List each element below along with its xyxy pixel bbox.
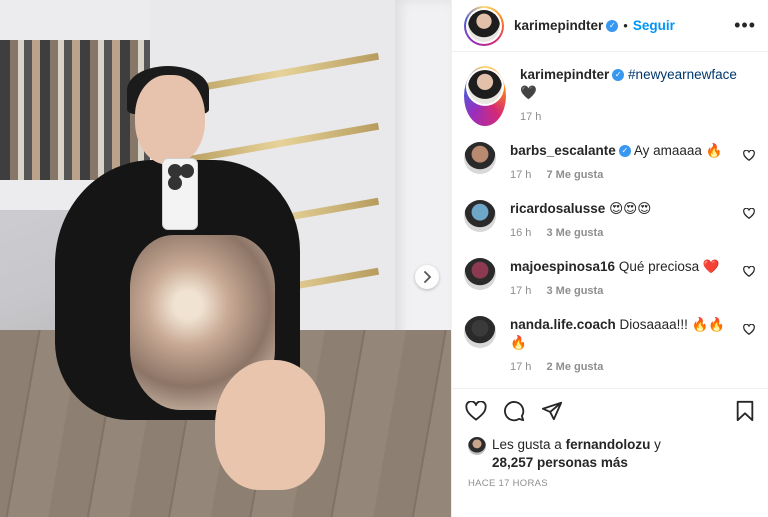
bookmark-icon xyxy=(736,400,754,421)
avatar[interactable] xyxy=(464,258,496,290)
caption-hashtag[interactable]: #newyearnewface xyxy=(628,67,737,82)
comment-time[interactable]: 17 h xyxy=(510,285,531,297)
heart-icon xyxy=(743,207,755,219)
avatar[interactable] xyxy=(464,316,496,348)
photo-gold-stripe xyxy=(180,52,380,95)
comment-username[interactable]: ricardosalusse xyxy=(510,201,605,216)
comment-like-button[interactable] xyxy=(743,149,755,164)
share-button[interactable] xyxy=(540,399,564,423)
comment-username[interactable]: nanda.life.coach xyxy=(510,317,616,332)
comment-like-button[interactable] xyxy=(743,265,755,280)
verified-badge-icon: ✓ xyxy=(606,19,619,32)
photo-leg xyxy=(215,360,325,490)
heart-icon xyxy=(743,265,755,277)
save-button[interactable] xyxy=(733,399,757,423)
heart-icon xyxy=(743,323,755,335)
comment-like-button[interactable] xyxy=(743,323,755,338)
comment-button[interactable] xyxy=(502,399,526,423)
caption-emoji: 🖤 xyxy=(520,85,537,100)
post-actions-bar xyxy=(452,388,768,432)
comment-like-button[interactable] xyxy=(743,207,755,222)
like-button[interactable] xyxy=(464,399,488,423)
avatar[interactable] xyxy=(464,200,496,232)
comment-time[interactable]: 16 h xyxy=(510,227,531,239)
comment-row: majoespinosa16 Qué preciosa ❤️ 17 h 3 Me… xyxy=(464,258,757,300)
verified-badge-icon: ✓ xyxy=(612,69,625,82)
comment-text: Ay amaaaa 🔥 xyxy=(633,143,723,158)
post-header: karimepindter ✓ • Seguir ••• xyxy=(452,0,768,52)
comment-time[interactable]: 17 h xyxy=(510,361,531,373)
photo-face xyxy=(135,75,205,165)
liker-avatar[interactable] xyxy=(468,437,486,455)
comment-likes[interactable]: 3 Me gusta xyxy=(546,285,603,297)
comment-text: 😍😍😍 xyxy=(609,201,652,216)
comment-text: Qué preciosa ❤️ xyxy=(618,259,720,274)
comment-likes[interactable]: 3 Me gusta xyxy=(546,227,603,239)
avatar xyxy=(468,9,500,42)
comment-icon xyxy=(504,400,525,421)
likes-prefix: Les gusta a xyxy=(492,437,562,452)
post-photo[interactable] xyxy=(0,0,451,517)
more-options-icon[interactable]: ••• xyxy=(734,15,756,36)
comment-row: ricardosalusse 😍😍😍 16 h 3 Me gusta xyxy=(464,200,757,242)
avatar[interactable] xyxy=(464,142,496,174)
header-username[interactable]: karimepindter xyxy=(514,18,603,33)
likes-summary: Les gusta a fernandolozu y 28,257 person… xyxy=(468,436,661,472)
next-photo-button[interactable] xyxy=(415,265,439,289)
share-icon xyxy=(541,401,563,420)
liker-username[interactable]: fernandolozu xyxy=(566,437,651,452)
photo-gold-stripe xyxy=(180,122,380,165)
post-side-panel: karimepindter ✓ • Seguir ••• karimepindt… xyxy=(451,0,768,517)
post-caption: karimepindter ✓ #newyearnewface 🖤 17 h xyxy=(464,66,757,126)
heart-icon xyxy=(465,400,487,421)
caption-avatar-ring[interactable] xyxy=(464,66,506,126)
comment-username[interactable]: barbs_escalante xyxy=(510,143,616,158)
caption-username[interactable]: karimepindter xyxy=(520,67,609,82)
header-avatar-ring[interactable] xyxy=(464,5,504,46)
comment-likes[interactable]: 7 Me gusta xyxy=(546,169,603,181)
verified-badge-icon: ✓ xyxy=(618,145,631,158)
comments-list[interactable]: karimepindter ✓ #newyearnewface 🖤 17 h ba… xyxy=(452,52,768,382)
separator-dot: • xyxy=(623,18,628,33)
chevron-right-icon xyxy=(424,271,432,283)
comment-time[interactable]: 17 h xyxy=(510,169,531,181)
likes-suffix: y xyxy=(654,437,661,452)
comment-row: barbs_escalante ✓ Ay amaaaa 🔥 17 h 7 Me g… xyxy=(464,142,757,184)
post-timestamp[interactable]: HACE 17 HORAS xyxy=(468,478,548,489)
avatar xyxy=(468,70,502,104)
heart-icon xyxy=(743,149,755,161)
caption-time[interactable]: 17 h xyxy=(520,111,541,123)
follow-button[interactable]: Seguir xyxy=(633,18,675,33)
comment-row: nanda.life.coach Diosaaaa!!! 🔥🔥🔥 17 h 2 … xyxy=(464,316,757,376)
photo-phone xyxy=(162,158,198,230)
likes-count[interactable]: 28,257 personas más xyxy=(492,455,628,470)
comment-likes[interactable]: 2 Me gusta xyxy=(546,361,603,373)
comment-username[interactable]: majoespinosa16 xyxy=(510,259,615,274)
